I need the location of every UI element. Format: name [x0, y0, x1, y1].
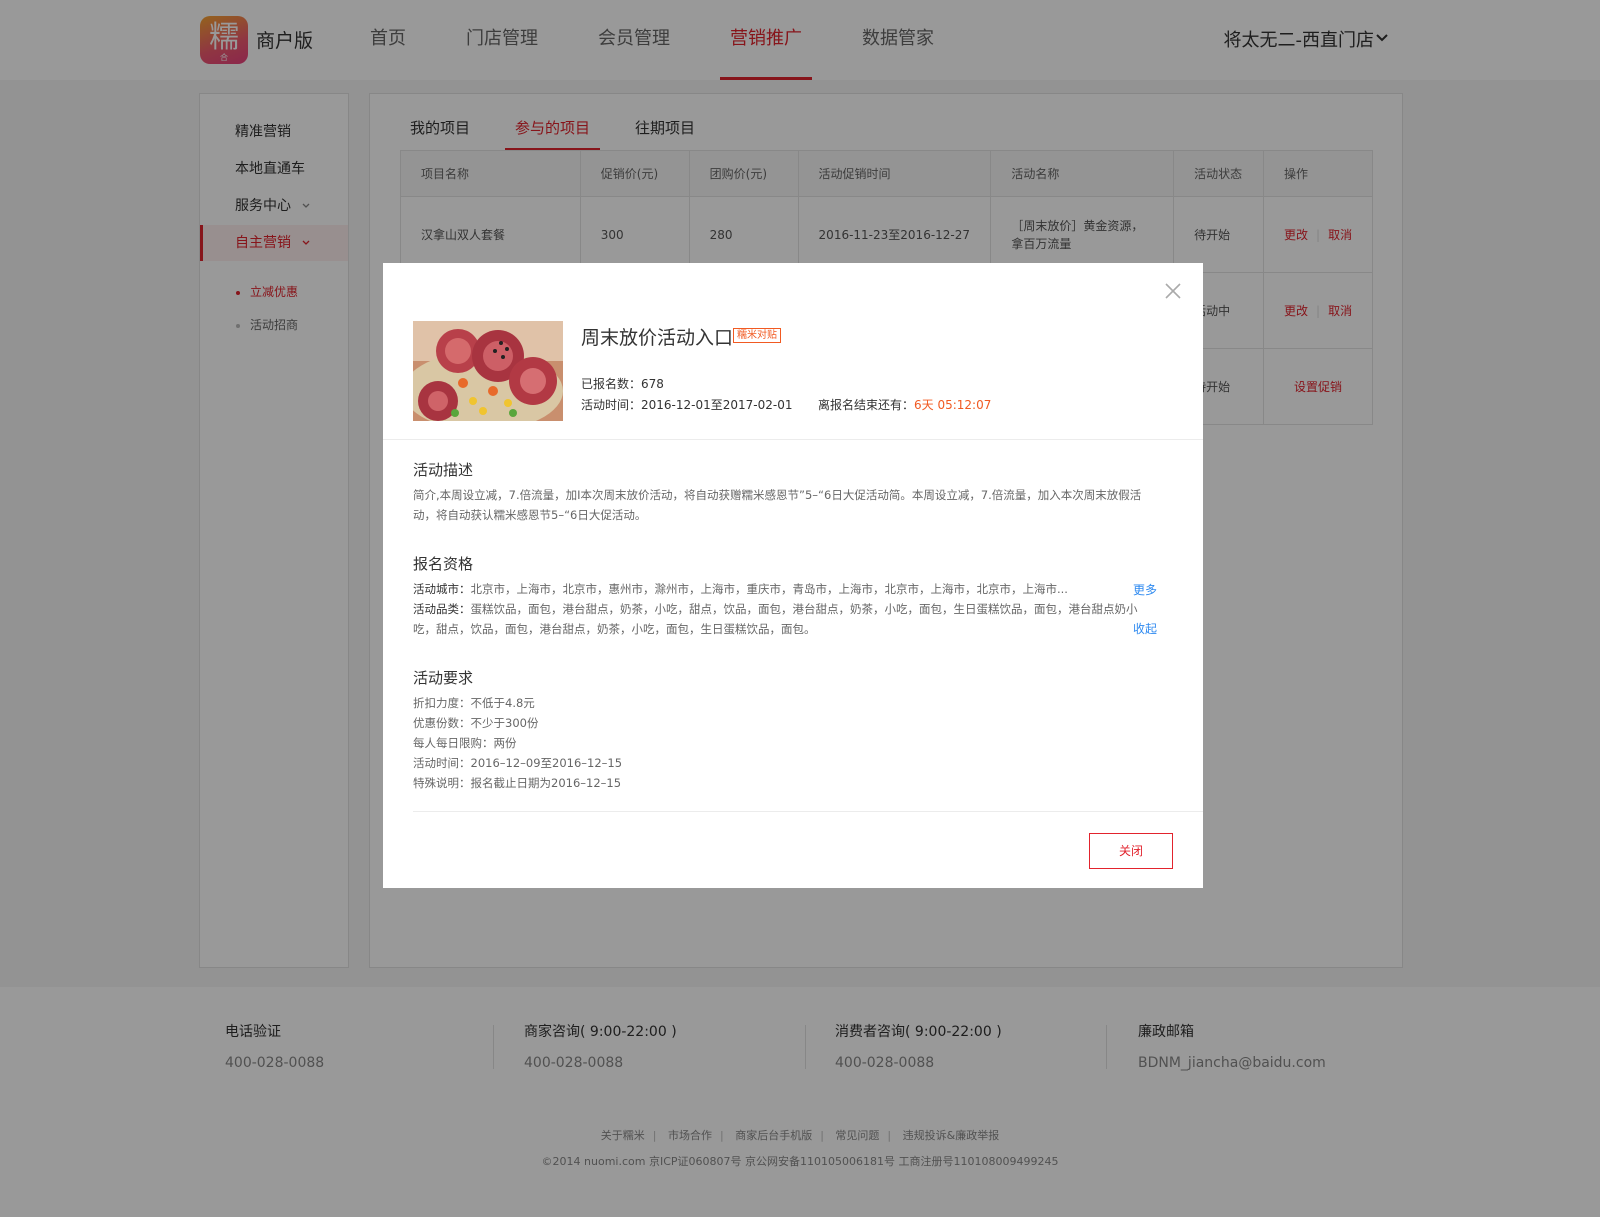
requirement-item: 活动时间：2016–12–09至2016–12–15: [413, 755, 622, 771]
activity-food-image: [413, 321, 563, 421]
modal-divider: [383, 439, 1203, 440]
time-value: 2016-12-01至2017-02-01: [641, 398, 793, 412]
requirement-item: 特殊说明：报名截止日期为2016–12–15: [413, 775, 621, 791]
signup-count-line: 已报名数：678: [581, 375, 664, 392]
countdown-line: 离报名结束还有：6天 05:12:07: [818, 396, 991, 413]
qualification-heading: 报名资格: [413, 555, 474, 573]
modal-footer-divider: [413, 811, 1203, 812]
requirement-item: 每人每日限购：两份: [413, 735, 517, 751]
collapse-link[interactable]: 收起: [1133, 620, 1157, 637]
req-label: 特殊说明：: [413, 776, 471, 790]
req-value: 两份: [493, 736, 517, 750]
categories-value: 蛋糕饮品，面包，港台甜点，奶茶，小吃，甜点，饮品，面包，港台甜点，奶茶，小吃，面…: [413, 602, 1138, 636]
requirement-item: 优惠份数：不少于300份: [413, 715, 538, 731]
activity-tag-badge: 糯米对贴: [733, 328, 781, 343]
signup-label: 已报名数：: [581, 377, 642, 391]
requirements-heading: 活动要求: [413, 669, 474, 687]
req-label: 优惠份数：: [413, 716, 471, 730]
time-label: 活动时间：: [581, 398, 642, 412]
countdown-label: 离报名结束还有：: [818, 398, 915, 412]
activity-time-line: 活动时间：2016-12-01至2017-02-01: [581, 396, 793, 413]
cities-value: 北京市，上海市，北京市，惠州市，滁州市，上海市，重庆市，青岛市，上海市，北京市，…: [470, 582, 1068, 596]
signup-count: 678: [641, 377, 664, 391]
more-link[interactable]: 更多: [1133, 581, 1157, 598]
countdown-value: 6天 05:12:07: [914, 398, 992, 412]
activity-cities: 活动城市：北京市，上海市，北京市，惠州市，滁州市，上海市，重庆市，青岛市，上海市…: [413, 579, 1103, 599]
req-value: 不少于300份: [470, 716, 539, 730]
req-label: 折扣力度：: [413, 696, 471, 710]
req-label: 活动时间：: [413, 756, 471, 770]
activity-categories: 活动品类：蛋糕饮品，面包，港台甜点，奶茶，小吃，甜点，饮品，面包，港台甜点，奶茶…: [413, 599, 1158, 639]
requirement-item: 折扣力度：不低于4.8元: [413, 695, 535, 711]
categories-label: 活动品类：: [413, 602, 471, 616]
req-label: 每人每日限购：: [413, 736, 494, 750]
modal-title: 周末放价活动入口: [581, 327, 734, 349]
req-value: 报名截止日期为2016–12–15: [470, 776, 622, 790]
activity-detail-modal: 周末放价活动入口 糯米对贴 已报名数：678 活动时间：2016-12-01至2…: [383, 263, 1203, 888]
req-value: 2016–12–09至2016–12–15: [470, 756, 623, 770]
description-heading: 活动描述: [413, 461, 474, 479]
close-icon[interactable]: [1163, 281, 1183, 301]
req-value: 不低于4.8元: [470, 696, 535, 710]
cities-label: 活动城市：: [413, 582, 471, 596]
description-text: 简介,本周设立减，7.倍流量，加I本次周末放价活动，将自动获赠糯米感恩节”5–“…: [413, 488, 1142, 522]
close-button[interactable]: 关闭: [1089, 833, 1173, 869]
